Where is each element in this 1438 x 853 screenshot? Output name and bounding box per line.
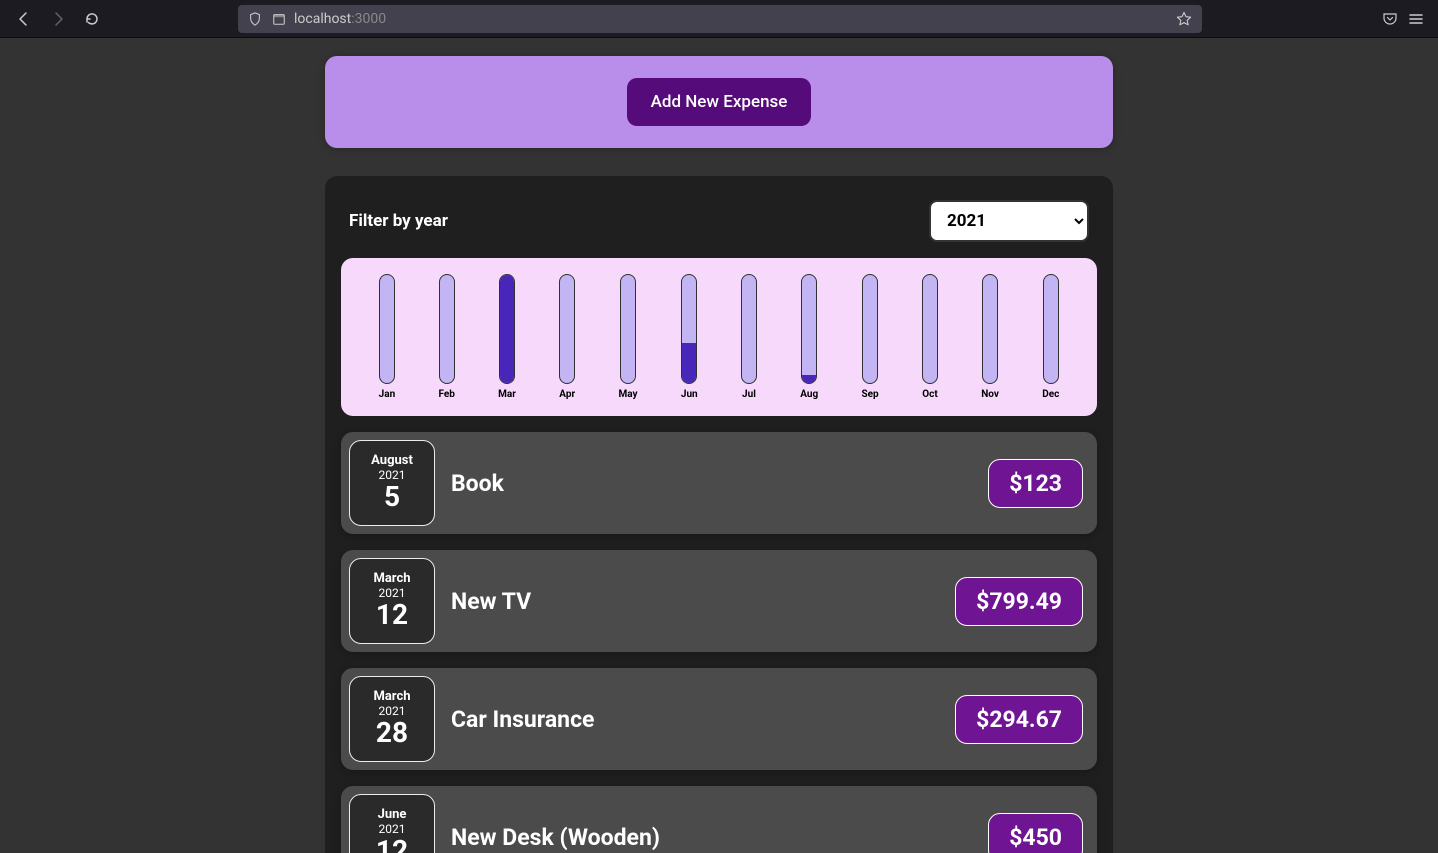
filter-row: Filter by year 2022202120202019 (341, 192, 1097, 258)
date-badge: March202112 (349, 558, 435, 644)
url-text: localhost:3000 (294, 11, 386, 27)
chart-bar-outer (681, 274, 697, 384)
chart-bar-fill (682, 343, 696, 383)
bookmark-star-icon[interactable] (1176, 11, 1192, 27)
chart-bar-label: Nov (981, 389, 999, 400)
chart-bar: Oct (922, 274, 938, 400)
expense-item: March202128 Car Insurance$294.67 (341, 668, 1097, 770)
page-info-icon (272, 12, 286, 26)
expense-title: New Desk (Wooden) (451, 824, 988, 851)
nav-buttons (8, 3, 108, 35)
chart-bar-outer (741, 274, 757, 384)
date-day: 12 (376, 836, 408, 853)
chart-bar: Mar (498, 274, 516, 400)
chart-bar: Jul (741, 274, 757, 400)
date-month: June (378, 807, 407, 822)
chart-bar-label: Jun (681, 389, 698, 400)
chart-bar-outer (982, 274, 998, 384)
chrome-right-icons (1382, 11, 1430, 27)
expense-title: New TV (451, 588, 955, 615)
url-bar[interactable]: localhost:3000 (238, 5, 1202, 33)
chart-bar-label: Aug (800, 389, 818, 400)
date-day: 12 (376, 600, 408, 631)
chart-bar-label: Sep (862, 389, 879, 400)
chart-bar-outer (439, 274, 455, 384)
expense-title: Book (451, 470, 988, 497)
expense-price: $799.49 (955, 577, 1083, 626)
add-expense-card: Add New Expense (325, 56, 1113, 148)
chart-bar-label: Jan (379, 389, 396, 400)
app-menu-icon[interactable] (1408, 11, 1424, 27)
add-expense-button[interactable]: Add New Expense (627, 78, 812, 126)
chart-bar-outer (1043, 274, 1059, 384)
year-select[interactable]: 2022202120202019 (929, 200, 1089, 242)
chart-bar-label: Dec (1042, 389, 1059, 400)
chart-bar-label: Apr (559, 389, 575, 400)
chart-bar-outer (620, 274, 636, 384)
expenses-panel: Filter by year 2022202120202019 Jan Feb Ma… (325, 176, 1113, 853)
chart-bar: Sep (862, 274, 879, 400)
chart-bar: Feb (438, 274, 454, 400)
chart-bar-outer (379, 274, 395, 384)
forward-button[interactable] (42, 3, 74, 35)
chart-bar-fill (802, 375, 816, 383)
chart-bar: Aug (800, 274, 818, 400)
chart-bar: May (619, 274, 638, 400)
page-viewport[interactable]: Add New Expense Filter by year 202220212… (0, 38, 1438, 853)
back-button[interactable] (8, 3, 40, 35)
expense-price: $450 (988, 813, 1083, 853)
date-badge: August20215 (349, 440, 435, 526)
date-day: 5 (384, 482, 400, 513)
filter-label: Filter by year (349, 211, 448, 231)
chart-bar-outer (922, 274, 938, 384)
date-badge: June202112 (349, 794, 435, 853)
chart-bar-outer (862, 274, 878, 384)
url-bar-icons (248, 12, 286, 26)
page-container: Add New Expense Filter by year 202220212… (325, 38, 1113, 853)
expense-price: $123 (988, 459, 1083, 508)
chart-bar: Apr (559, 274, 575, 400)
chart-bar-label: May (619, 389, 638, 400)
expense-list: August20215 Book$123 March202112 New TV$799… (341, 432, 1097, 853)
chart-bar-outer (801, 274, 817, 384)
chart-bar-label: Jul (742, 389, 756, 400)
chart-bar-outer (559, 274, 575, 384)
expense-title: Car Insurance (451, 706, 955, 733)
chart-bar-label: Feb (438, 389, 454, 400)
chart-bar: Jun (681, 274, 698, 400)
reload-button[interactable] (76, 3, 108, 35)
tracking-shield-icon (248, 12, 262, 26)
date-month: March (373, 571, 410, 586)
chart-bar-label: Mar (498, 389, 516, 400)
expense-item: March202112 New TV$799.49 (341, 550, 1097, 652)
expense-price: $294.67 (955, 695, 1083, 744)
chart-bar: Dec (1042, 274, 1059, 400)
chart-bar-label: Oct (922, 389, 938, 400)
expense-item: August20215 Book$123 (341, 432, 1097, 534)
chart-bar: Jan (379, 274, 396, 400)
date-day: 28 (376, 718, 408, 749)
browser-chrome: localhost:3000 (0, 0, 1438, 38)
date-month: March (373, 689, 410, 704)
chart-bar-fill (500, 275, 514, 383)
expense-item: June202112 New Desk (Wooden)$450 (341, 786, 1097, 853)
chart-bar: Nov (981, 274, 999, 400)
date-badge: March202128 (349, 676, 435, 762)
date-month: August (371, 453, 413, 468)
expenses-chart: Jan Feb Mar Apr May Jun Jul Aug Sep Oct Nov Dec (341, 258, 1097, 416)
chart-bar-outer (499, 274, 515, 384)
pocket-icon[interactable] (1382, 11, 1398, 27)
